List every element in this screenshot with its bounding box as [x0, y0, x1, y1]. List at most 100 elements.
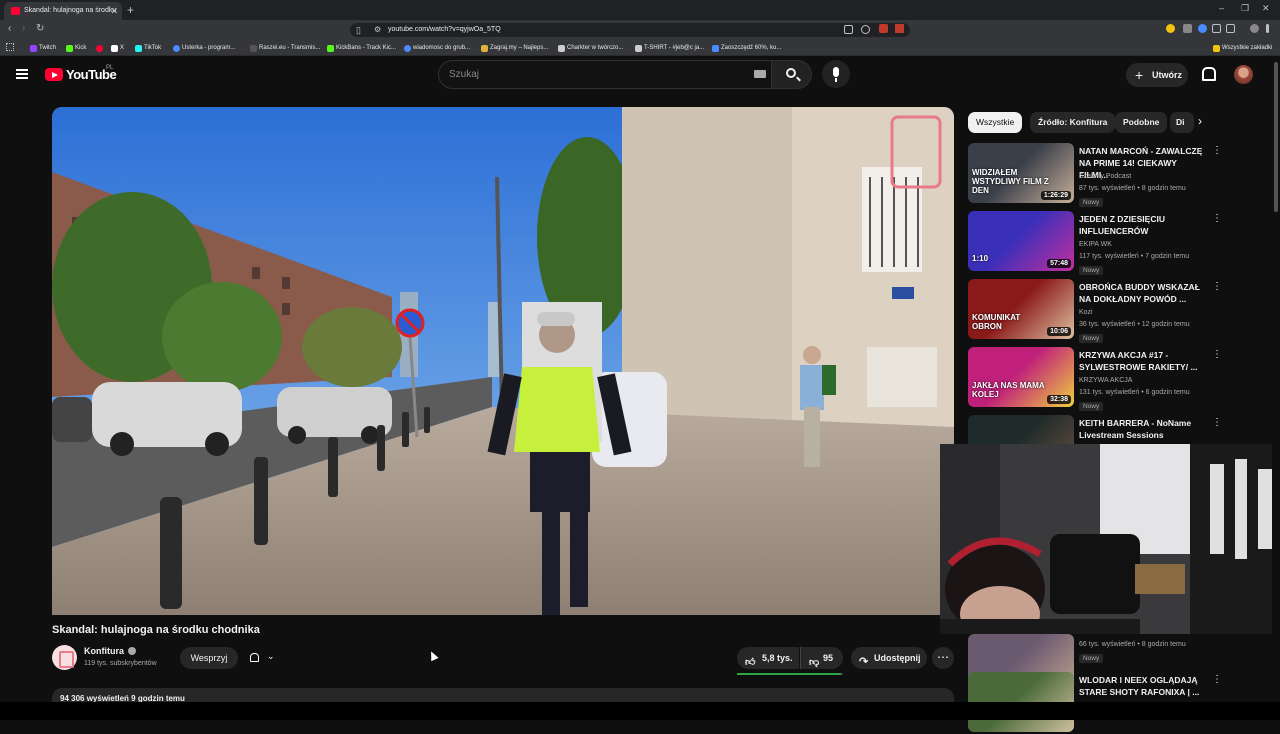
browser-tab[interactable]: Skandal: hulajnoga na środku ✕ [4, 2, 122, 20]
channel-avatar[interactable] [52, 645, 77, 670]
notifications-bell-icon[interactable] [1201, 67, 1216, 81]
search-button[interactable] [772, 60, 812, 89]
bell-icon [250, 653, 259, 662]
video-thumbnail[interactable]: KOMUNIKAT OBRON 10:06 [968, 279, 1074, 339]
subscriber-count: 119 tys. subskrybentów [84, 660, 157, 667]
extension-icon[interactable] [1183, 24, 1192, 33]
all-bookmarks[interactable]: Wszystkie zakładki [1213, 43, 1272, 53]
more-actions-button[interactable]: ⋯ [932, 647, 954, 669]
recommendation-item[interactable]: JAKŁA NAS MAMA KOLEJ 32:38 KRZYWA AKCJA #1… [968, 347, 1268, 411]
share-icon: ↷ [859, 656, 869, 668]
extension-icon[interactable] [1198, 24, 1207, 33]
recommendation-title: WLODAR I NEEX OGLĄDAJĄ STARE SHOTY RAFON… [1079, 675, 1200, 697]
support-button[interactable]: Wesprzyj [180, 647, 238, 669]
chip-similar[interactable]: Podobne [1115, 112, 1168, 133]
avatar[interactable] [1234, 65, 1253, 84]
recommendation-item[interactable]: 1:10 57:48 JEDEN Z DZIESIĘCIU INFLUENCERÓW… [968, 211, 1268, 275]
new-badge: Nowy [1079, 198, 1104, 207]
close-window-icon[interactable]: ✕ [1262, 3, 1270, 14]
dislike-button[interactable]: 👎︎ 95 [800, 647, 843, 669]
extension-warning-icon[interactable] [895, 24, 904, 33]
more-vert-icon[interactable]: ⋮ [1212, 417, 1222, 428]
bookmark-zagraj[interactable]: Zagraj.my – Najleps... [481, 43, 548, 53]
tiktok-icon [135, 45, 142, 52]
youtube-logo-icon[interactable] [45, 68, 63, 81]
twitch-icon [30, 45, 37, 52]
bookmark-star-icon[interactable]: ▯ [356, 23, 361, 37]
extension-icon[interactable] [1166, 24, 1175, 33]
page-scrollbar[interactable] [1272, 58, 1280, 702]
wiadomosc-icon [404, 45, 411, 52]
cast-icon[interactable] [844, 25, 853, 34]
bookmark-twitch[interactable]: Twitch [30, 43, 56, 53]
video-thumbnail[interactable]: 1:10 57:48 [968, 211, 1074, 271]
sidepanel-icon[interactable] [1226, 24, 1235, 33]
more-vert-icon[interactable]: ⋮ [1212, 281, 1222, 292]
forward-icon[interactable]: › [22, 23, 25, 34]
maximize-icon[interactable]: ❐ [1241, 3, 1249, 14]
chip-source[interactable]: Źródło: Konfitura [1030, 112, 1116, 133]
minimize-icon[interactable]: – [1219, 3, 1224, 13]
microphone-icon [833, 67, 839, 82]
x-icon [111, 45, 118, 52]
menu-icon[interactable] [1266, 24, 1269, 33]
media-icon[interactable] [1250, 24, 1259, 33]
zoom-icon[interactable] [861, 25, 870, 34]
search-input[interactable]: Szukaj [438, 60, 772, 89]
more-vert-icon[interactable]: ⋮ [1212, 674, 1222, 685]
more-vert-icon[interactable]: ⋮ [1212, 145, 1222, 156]
youtube-favicon-icon [11, 7, 20, 15]
video-player[interactable] [52, 107, 954, 615]
keyboard-icon[interactable] [754, 70, 766, 78]
bookmark-kickbans[interactable]: KickBans - Track Kic... [327, 43, 396, 53]
menu-icon[interactable] [16, 69, 28, 79]
video-duration: 32:38 [1047, 395, 1071, 404]
bookmark-raszei[interactable]: Raszei.eu - Transmis... [250, 43, 320, 53]
more-vert-icon[interactable]: ⋮ [1212, 213, 1222, 224]
share-button[interactable]: ↷ Udostępnij [851, 647, 927, 669]
notification-settings-button[interactable]: ⌄ [243, 647, 283, 669]
recommendation-title: OBROŃCA BUDDY WSKAZAŁ NA DOKŁADNY POWÓD … [1079, 282, 1200, 304]
thumbnail-caption: JAKŁA NAS MAMA KOLEJ [972, 381, 1045, 399]
new-tab-icon[interactable]: + [127, 2, 134, 18]
bookmark-tshirt[interactable]: T-SHIRT - #jeb@c ja... [635, 43, 704, 53]
extension-shield-icon[interactable] [879, 24, 888, 33]
recommendation-meta: 117 tys. wyświetleń • 7 godzin temu [1079, 253, 1190, 260]
bookmark-x[interactable]: X [111, 43, 124, 53]
channel-name[interactable]: Konfitura [84, 646, 124, 656]
extension-icon[interactable] [1212, 24, 1221, 33]
site-info-icon[interactable]: ⚙ [374, 23, 381, 37]
apps-grid-icon[interactable] [6, 43, 14, 51]
recommendation-channel: KRZYWA AKCJA [1079, 377, 1133, 384]
voice-search-button[interactable] [822, 60, 850, 88]
recommendation-item[interactable]: KOMUNIKAT OBRON 10:06 OBROŃCA BUDDY WSKAZA… [968, 279, 1268, 343]
folder-icon [1213, 45, 1220, 52]
recommendation-title: KEITH BARRERA - NoName Livestream Sessio… [1079, 418, 1192, 440]
back-icon[interactable]: ‹ [8, 23, 11, 34]
create-button[interactable]: + Utwórz [1126, 63, 1188, 87]
more-vert-icon[interactable]: ⋮ [1212, 349, 1222, 360]
video-thumbnail[interactable]: WIDZIAŁEM WSTYDLIWY FILM Z DEN 1:26:29 [968, 143, 1074, 203]
tshirt-icon [635, 45, 642, 52]
like-button[interactable]: 👍︎ 5,8 tys. [737, 647, 799, 669]
address-bar[interactable]: ▯ ⚙ youtube.com/watch?v=qyjwOa_5TQ [350, 23, 910, 37]
mouse-cursor-icon [427, 649, 439, 662]
bookmark-wiadomosc[interactable]: wiadomosc do grub... [404, 43, 470, 53]
close-tab-icon[interactable]: ✕ [110, 2, 118, 20]
new-badge: Nowy [1079, 654, 1104, 663]
reload-icon[interactable]: ↻ [36, 23, 44, 34]
bookmark-zaoszczedz[interactable]: Zaoszczędź 60%, ku... [712, 43, 781, 53]
chip-more[interactable]: Di [1170, 112, 1194, 133]
thumbnail-caption: WIDZIAŁEM WSTYDLIWY FILM Z DEN [972, 168, 1049, 195]
video-thumbnail[interactable]: JAKŁA NAS MAMA KOLEJ 32:38 [968, 347, 1074, 407]
chip-all[interactable]: Wszystkie [968, 112, 1023, 133]
recommendation-meta: 131 tys. wyświetleń • 6 godzin temu [1079, 389, 1190, 396]
scrollbar-thumb[interactable] [1274, 62, 1278, 212]
recommendation-item[interactable]: WIDZIAŁEM WSTYDLIWY FILM Z DEN 1:26:29 NAT… [968, 143, 1268, 207]
thumbnail-caption: 1:10 [972, 254, 989, 263]
chevron-right-icon[interactable]: › [1198, 114, 1202, 128]
bookmark-kick[interactable]: Kick [66, 43, 86, 53]
bookmark-charkter[interactable]: Charkter w twórczo... [558, 43, 623, 53]
bookmark-usterka[interactable]: Usterka - program... [173, 43, 235, 53]
bookmark-tiktok[interactable]: TikTok [135, 43, 161, 53]
